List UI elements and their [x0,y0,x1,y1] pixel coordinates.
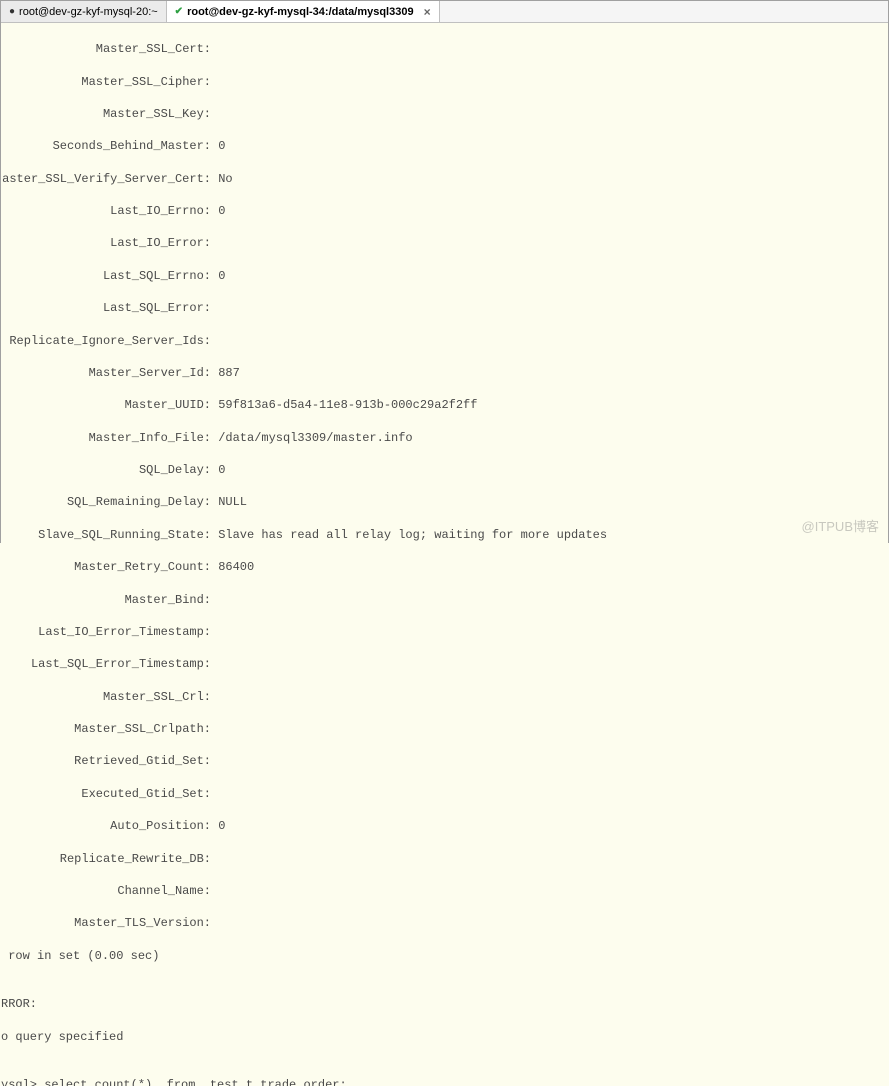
status-row: Master_SSL_Key: [1,106,888,122]
checkmark-icon: ✔ [175,7,183,17]
status-label: Executed_Gtid_Set: [1,786,211,802]
status-label: Auto_Position: [1,818,211,834]
status-label: Last_IO_Error_Timestamp: [1,624,211,640]
status-row: SQL_Remaining_Delay: NULL [1,494,888,510]
status-row: Auto_Position: 0 [1,818,888,834]
status-value: 0 [211,463,225,477]
query-line: ysql> select count(*) from test.t_trade_… [1,1077,888,1086]
status-row: Last_SQL_Error_Timestamp: [1,656,888,672]
status-label: Master_SSL_Cipher: [1,74,211,90]
status-row: Last_IO_Error_Timestamp: [1,624,888,640]
status-row: Last_IO_Errno: 0 [1,203,888,219]
status-label: Master_SSL_Crl: [1,689,211,705]
status-value: /data/mysql3309/master.info [211,431,413,445]
status-row: Last_IO_Error: [1,235,888,251]
mysql-prompt: ysql> [1,1078,44,1086]
status-value: Slave has read all relay log; waiting fo… [211,528,607,542]
status-label: Master_SSL_Cert: [1,41,211,57]
status-label: Last_IO_Error: [1,235,211,251]
status-label: Retrieved_Gtid_Set: [1,753,211,769]
status-label: Master_SSL_Crlpath: [1,721,211,737]
status-label: Last_IO_Errno: [1,203,211,219]
status-row: Master_UUID: 59f813a6-d5a4-11e8-913b-000… [1,397,888,413]
status-label: Last_SQL_Errno: [1,268,211,284]
status-label: Channel_Name: [1,883,211,899]
status-row: Master_SSL_Crl: [1,689,888,705]
status-label: Last_SQL_Error: [1,300,211,316]
status-row: aster_SSL_Verify_Server_Cert: No [1,171,888,187]
status-row: Master_SSL_Cert: [1,41,888,57]
tab-label: root@dev-gz-kyf-mysql-20:~ [19,6,158,18]
status-value: 887 [211,366,240,380]
status-value: 86400 [211,560,254,574]
status-row: Master_Server_Id: 887 [1,365,888,381]
status-row: Master_Info_File: /data/mysql3309/master… [1,430,888,446]
status-label: SQL_Delay: [1,462,211,478]
status-dot-icon: ● [9,7,15,17]
close-icon[interactable]: × [424,5,431,19]
status-label: Master_SSL_Key: [1,106,211,122]
status-row: Master_SSL_Crlpath: [1,721,888,737]
error-line: RROR: [1,996,888,1012]
status-row: Seconds_Behind_Master: 0 [1,138,888,154]
tab-label: root@dev-gz-kyf-mysql-34:/data/mysql3309 [187,6,414,18]
status-row: Slave_SQL_Running_State: Slave has read … [1,527,888,543]
status-label: SQL_Remaining_Delay: [1,494,211,510]
status-value: 0 [211,139,225,153]
status-label: Replicate_Rewrite_DB: [1,851,211,867]
terminal-output[interactable]: Master_SSL_Cert: Master_SSL_Cipher: Mast… [1,23,888,1086]
status-value: 0 [211,819,225,833]
error-line: o query specified [1,1029,888,1045]
status-label: Master_TLS_Version: [1,915,211,931]
status-row: Master_SSL_Cipher: [1,74,888,90]
watermark-text: @ITPUB博客 [802,516,879,535]
tab-inactive[interactable]: ● root@dev-gz-kyf-mysql-20:~ [1,1,167,22]
status-value: No [211,172,233,186]
status-label: Replicate_Ignore_Server_Ids: [1,333,211,349]
status-row: Master_TLS_Version: [1,915,888,931]
status-row: Executed_Gtid_Set: [1,786,888,802]
status-label: Seconds_Behind_Master: [1,138,211,154]
status-label: aster_SSL_Verify_Server_Cert: [1,171,211,187]
status-label: Slave_SQL_Running_State: [1,527,211,543]
status-row: Replicate_Ignore_Server_Ids: [1,333,888,349]
sql-query: select count(*) from test.t_trade_order; [44,1078,346,1086]
row-summary: row in set (0.00 sec) [1,948,888,964]
status-label: Last_SQL_Error_Timestamp: [1,656,211,672]
status-row: Last_SQL_Error: [1,300,888,316]
status-label: Master_Info_File: [1,430,211,446]
status-row: Channel_Name: [1,883,888,899]
status-value: 0 [211,204,225,218]
status-label: Master_Bind: [1,592,211,608]
status-row: Replicate_Rewrite_DB: [1,851,888,867]
status-row: Master_Bind: [1,592,888,608]
status-label: Master_UUID: [1,397,211,413]
status-row: Retrieved_Gtid_Set: [1,753,888,769]
status-value: 0 [211,269,225,283]
status-row: Master_Retry_Count: 86400 [1,559,888,575]
status-row: Last_SQL_Errno: 0 [1,268,888,284]
status-label: Master_Server_Id: [1,365,211,381]
tab-active[interactable]: ✔ root@dev-gz-kyf-mysql-34:/data/mysql33… [167,1,440,22]
tab-bar: ● root@dev-gz-kyf-mysql-20:~ ✔ root@dev-… [1,1,888,23]
status-value: 59f813a6-d5a4-11e8-913b-000c29a2f2ff [211,398,477,412]
status-label: Master_Retry_Count: [1,559,211,575]
status-row: SQL_Delay: 0 [1,462,888,478]
status-value: NULL [211,495,247,509]
